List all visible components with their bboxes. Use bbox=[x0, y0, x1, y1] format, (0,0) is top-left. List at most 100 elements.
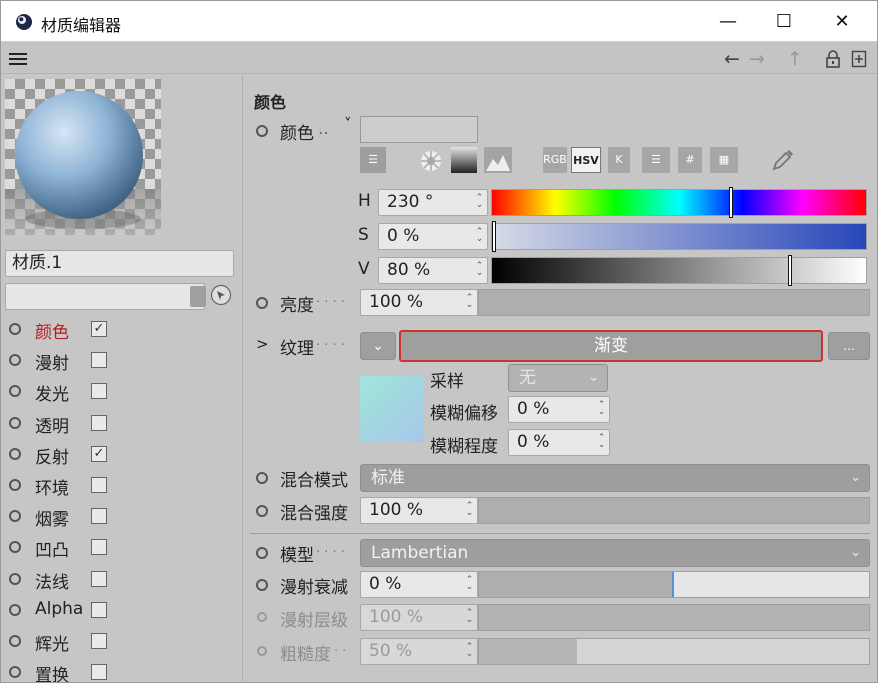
close-button[interactable]: ✕ bbox=[819, 7, 865, 37]
roughness-keyframe-dot[interactable] bbox=[257, 646, 267, 656]
diffuse-falloff-slider[interactable] bbox=[478, 571, 870, 598]
hue-input[interactable]: 230 ° ⌃ ⌄ bbox=[378, 189, 488, 216]
hamburger-menu-icon[interactable] bbox=[9, 53, 27, 65]
channel-keyframe-dot[interactable] bbox=[9, 385, 21, 398]
diffuse-level-input[interactable]: 100 % ⌃ ⌄ bbox=[360, 604, 478, 631]
diffuse-level-stepper-icon[interactable]: ⌃ ⌄ bbox=[465, 609, 474, 625]
texture-gradient-button[interactable]: 渐变 bbox=[399, 330, 823, 362]
channel-row[interactable]: 透明 bbox=[9, 409, 239, 437]
saturation-stepper-icon[interactable]: ⌃ ⌄ bbox=[475, 228, 484, 244]
channel-row[interactable]: Alpha bbox=[9, 596, 239, 624]
channel-row[interactable]: 置换 bbox=[9, 658, 239, 682]
texture-menu-button[interactable]: ⌄ bbox=[360, 332, 396, 360]
minimize-button[interactable]: — bbox=[705, 7, 751, 37]
forward-arrow-icon[interactable]: → bbox=[749, 48, 765, 70]
blend-mode-dropdown[interactable]: 标准 ⌄ bbox=[360, 464, 870, 492]
blend-strength-stepper-icon[interactable]: ⌃ ⌄ bbox=[465, 502, 474, 518]
model-keyframe-dot[interactable] bbox=[256, 547, 268, 559]
channel-keyframe-dot[interactable] bbox=[9, 603, 21, 616]
blend-strength-input[interactable]: 100 % ⌃ ⌄ bbox=[360, 497, 478, 524]
channel-row[interactable]: 法线 bbox=[9, 565, 239, 593]
channel-checkbox[interactable] bbox=[91, 383, 107, 400]
saturation-input[interactable]: 0 % ⌃ ⌄ bbox=[378, 223, 488, 250]
channel-row[interactable]: 环境 bbox=[9, 471, 239, 499]
saturation-slider-handle[interactable] bbox=[492, 221, 496, 252]
swatches-icon[interactable]: ▦ bbox=[710, 147, 738, 173]
channel-checkbox[interactable]: ✓ bbox=[91, 445, 107, 462]
channel-keyframe-dot[interactable] bbox=[9, 354, 21, 367]
blur-offset-input[interactable]: 0 % ⌃ ⌄ bbox=[508, 396, 610, 423]
material-preview[interactable] bbox=[5, 79, 161, 235]
diffuse-level-keyframe-dot[interactable] bbox=[257, 612, 267, 622]
channel-label[interactable]: 环境 bbox=[35, 474, 69, 499]
channel-keyframe-dot[interactable] bbox=[9, 479, 21, 491]
channel-row[interactable]: 辉光 bbox=[9, 627, 239, 655]
mixer-mode-icon[interactable]: ☰ bbox=[642, 147, 670, 173]
lock-icon[interactable] bbox=[825, 50, 841, 68]
texture-more-button[interactable]: ... bbox=[828, 332, 870, 360]
maximize-button[interactable]: ☐ bbox=[761, 7, 807, 37]
back-arrow-icon[interactable]: ← bbox=[724, 48, 740, 70]
channel-checkbox[interactable] bbox=[91, 508, 107, 525]
channel-label[interactable]: 烟雾 bbox=[35, 505, 69, 530]
brightness-stepper-icon[interactable]: ⌃ ⌄ bbox=[465, 294, 474, 310]
color-swatch[interactable] bbox=[360, 116, 478, 143]
channel-label[interactable]: 凹凸 bbox=[35, 536, 69, 561]
channel-checkbox[interactable] bbox=[91, 352, 107, 369]
channel-keyframe-dot[interactable] bbox=[9, 447, 21, 460]
rgb-mode-button[interactable]: RGB bbox=[543, 147, 567, 173]
channel-checkbox[interactable] bbox=[91, 633, 107, 649]
channel-label[interactable]: 发光 bbox=[35, 380, 69, 405]
texture-expand-icon[interactable]: > bbox=[256, 335, 269, 353]
channel-label[interactable]: 反射 bbox=[35, 443, 69, 468]
channel-checkbox[interactable] bbox=[91, 477, 107, 493]
channel-keyframe-dot[interactable] bbox=[9, 635, 21, 647]
hue-slider[interactable] bbox=[491, 187, 867, 218]
color-wheel-swap-icon[interactable]: ☰ bbox=[360, 147, 386, 173]
eyedropper-icon[interactable] bbox=[770, 147, 796, 173]
blur-amount-input[interactable]: 0 % ⌃ ⌄ bbox=[508, 429, 610, 456]
channel-keyframe-dot[interactable] bbox=[9, 510, 21, 523]
value-stepper-icon[interactable]: ⌃ ⌄ bbox=[475, 262, 484, 278]
pointer-icon[interactable] bbox=[210, 284, 232, 306]
channel-checkbox[interactable] bbox=[91, 664, 107, 681]
channel-row[interactable]: 漫射 bbox=[9, 346, 239, 374]
blur-offset-stepper-icon[interactable]: ⌃ ⌄ bbox=[597, 401, 606, 417]
diffuse-level-slider[interactable] bbox=[478, 604, 870, 631]
channel-filter-dropdown[interactable] bbox=[5, 283, 206, 310]
channel-keyframe-dot[interactable] bbox=[9, 666, 21, 679]
channel-row[interactable]: 颜色 ✓ bbox=[9, 315, 239, 343]
new-panel-icon[interactable] bbox=[851, 50, 867, 68]
model-dropdown[interactable]: Lambertian ⌄ bbox=[360, 539, 870, 567]
channel-checkbox[interactable] bbox=[91, 539, 107, 556]
diffuse-falloff-stepper-icon[interactable]: ⌃ ⌄ bbox=[465, 576, 474, 592]
kelvin-mode-button[interactable]: K bbox=[608, 147, 630, 173]
roughness-input[interactable]: 50 % ⌃ ⌄ bbox=[360, 638, 478, 665]
channel-checkbox[interactable]: ✓ bbox=[91, 321, 107, 337]
channel-keyframe-dot[interactable] bbox=[9, 323, 21, 335]
brightness-keyframe-dot[interactable] bbox=[256, 297, 268, 309]
channel-label[interactable]: 漫射 bbox=[35, 349, 69, 374]
channel-row[interactable]: 烟雾 bbox=[9, 502, 239, 530]
channel-keyframe-dot[interactable] bbox=[9, 541, 21, 554]
roughness-stepper-icon[interactable]: ⌃ ⌄ bbox=[465, 643, 474, 659]
blur-amount-stepper-icon[interactable]: ⌃ ⌄ bbox=[597, 434, 606, 450]
sampling-dropdown[interactable]: 无 ⌄ bbox=[508, 364, 608, 392]
image-picker-icon[interactable] bbox=[484, 147, 512, 173]
blend-strength-slider[interactable] bbox=[478, 497, 870, 524]
channel-label[interactable]: 颜色 bbox=[35, 318, 69, 343]
channel-label[interactable]: 辉光 bbox=[35, 630, 69, 655]
saturation-slider[interactable] bbox=[491, 221, 867, 252]
channel-label[interactable]: 法线 bbox=[35, 568, 69, 593]
color-wheel-icon[interactable] bbox=[419, 149, 443, 173]
brightness-input[interactable]: 100 % ⌃ ⌄ bbox=[360, 289, 478, 316]
spectrum-icon[interactable] bbox=[451, 147, 477, 173]
channel-keyframe-dot[interactable] bbox=[9, 572, 21, 585]
color-expand-arrow[interactable]: ˅ bbox=[344, 115, 352, 133]
material-name-field[interactable]: 材质.1 bbox=[5, 250, 234, 277]
channel-row[interactable]: 反射 ✓ bbox=[9, 440, 239, 468]
channel-checkbox[interactable] bbox=[91, 414, 107, 431]
hue-slider-handle[interactable] bbox=[729, 187, 733, 218]
color-keyframe-dot[interactable] bbox=[256, 125, 268, 137]
channel-row[interactable]: 发光 bbox=[9, 377, 239, 405]
